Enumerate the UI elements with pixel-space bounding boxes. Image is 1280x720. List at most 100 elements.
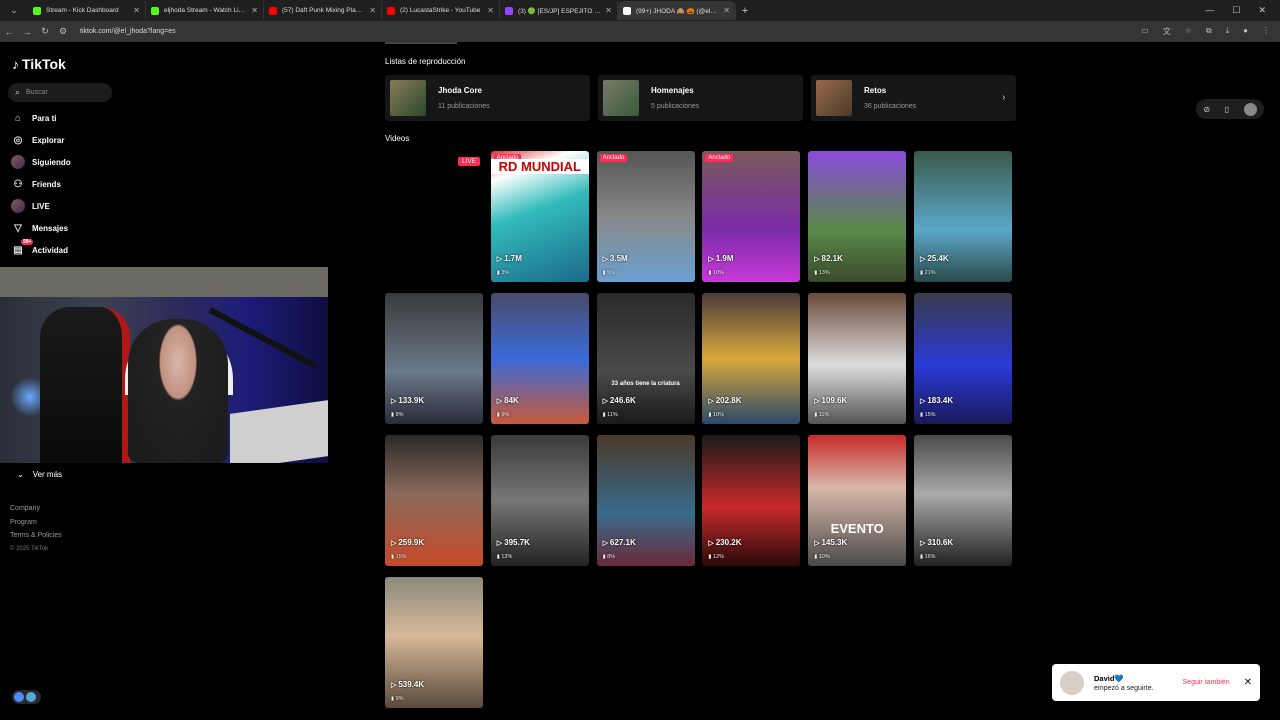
video-card[interactable]: 183.4K ▮ 15% bbox=[914, 293, 1012, 424]
search-input[interactable]: ⌕ Buscar bbox=[8, 83, 112, 102]
video-percentage: ▮ 10% bbox=[708, 270, 724, 276]
video-percentage: ▮ 15% bbox=[920, 412, 936, 418]
chevron-down-icon: ⌄ bbox=[17, 470, 24, 479]
playlists-next-icon[interactable]: › bbox=[1002, 92, 1005, 103]
browser-tab[interactable]: eljhoda Stream - Watch Live on ✕ bbox=[146, 1, 264, 20]
notification-message: empezó a seguirte. bbox=[1094, 684, 1154, 692]
video-percentage: ▮ 11% bbox=[814, 412, 830, 418]
sidebar-item-explorar[interactable]: ◎ Explorar bbox=[11, 133, 65, 147]
video-card[interactable]: Anclado 3.5M ▮ 5% bbox=[596, 151, 695, 282]
sidebar-item-mensajes[interactable]: ▽ Mensajes bbox=[11, 221, 68, 235]
tiktok-logo[interactable]: ♪ TikTok bbox=[12, 56, 66, 72]
device-icon[interactable]: ▯ bbox=[1225, 105, 1229, 114]
video-card[interactable]: 259.9K ▮ 15% bbox=[385, 435, 483, 566]
tab-close-icon[interactable]: ✕ bbox=[369, 6, 376, 15]
translate-icon[interactable]: 文 bbox=[1163, 26, 1171, 37]
tab-close-icon[interactable]: ✕ bbox=[487, 6, 494, 15]
tab-favicon-icon bbox=[505, 6, 513, 15]
sidebar-item-label: LIVE bbox=[32, 201, 50, 211]
ver-mas-button[interactable]: ⌄ Ver más bbox=[17, 470, 62, 479]
video-views: 109.6K bbox=[814, 396, 848, 405]
video-views: 202.8K bbox=[708, 396, 742, 405]
playlist-card[interactable]: Jhoda Core 11 publicaciones bbox=[385, 75, 590, 121]
video-card[interactable]: Anclado 1.9M ▮ 10% bbox=[702, 151, 801, 282]
menu-icon[interactable]: ⋮ bbox=[1262, 26, 1270, 37]
video-card[interactable]: 539.4K ▮ 9% bbox=[385, 577, 483, 708]
playlist-card[interactable]: Homenajes 5 publicaciones bbox=[598, 75, 803, 121]
sidebar-item-para-ti[interactable]: ⌂ Para ti bbox=[11, 111, 57, 125]
video-percentage: ▮ 3% bbox=[496, 270, 510, 276]
tab-close-icon[interactable]: ✕ bbox=[605, 6, 612, 15]
tab-title: (99+) JHODA 🙈 🎃 (@el_jhoda bbox=[636, 7, 719, 15]
video-card[interactable]: AncladoRD MUNDIAL1.7M▮ 3% bbox=[490, 151, 589, 282]
sidebar-item-friends[interactable]: ⚇ Friends bbox=[11, 177, 61, 191]
live-badge[interactable]: LIVE bbox=[458, 157, 481, 166]
following-icon bbox=[11, 155, 25, 169]
playlist-count: 36 publicaciones bbox=[864, 103, 917, 110]
user-avatar[interactable] bbox=[1243, 102, 1257, 116]
video-card[interactable]: EVENTO 145.3K ▮ 10% bbox=[808, 435, 907, 566]
sidebar-item-live[interactable]: LIVE bbox=[11, 199, 50, 213]
video-views: 145.3K bbox=[814, 538, 848, 547]
sidebar-item-siguiendo[interactable]: Siguiendo bbox=[11, 155, 71, 169]
video-percentage: ▮ 8% bbox=[602, 554, 616, 560]
video-card[interactable]: 395.7K ▮ 13% bbox=[490, 435, 589, 566]
video-card[interactable]: 82.1K ▮ 13% bbox=[808, 151, 907, 282]
video-card[interactable]: 33 años tiene la criatura 246.6K ▮ 11% bbox=[596, 293, 695, 424]
video-percentage: ▮ 12% bbox=[708, 554, 724, 560]
reload-icon[interactable]: ↻ bbox=[36, 26, 54, 37]
browser-tab[interactable]: Stream - Kick Dashboard ✕ bbox=[28, 1, 146, 20]
video-views: 539.4K bbox=[391, 680, 424, 689]
new-tab-button[interactable]: + bbox=[736, 5, 754, 17]
browser-tab[interactable]: (99+) JHODA 🙈 🎃 (@el_jhoda ✕ bbox=[618, 1, 736, 20]
video-views: 133.9K bbox=[391, 396, 424, 405]
live-icon bbox=[11, 199, 25, 213]
activity-icon: ▤ 99+ bbox=[13, 239, 34, 256]
sidebar-item-actividad[interactable]: ▤ 99+ Actividad bbox=[11, 239, 68, 257]
maximize-icon[interactable]: ☐ bbox=[1232, 5, 1240, 16]
footer-link-company[interactable]: Company bbox=[10, 502, 62, 516]
minimize-icon[interactable]: — bbox=[1205, 5, 1214, 16]
footer-link-terms[interactable]: Terms & Policies bbox=[10, 529, 62, 543]
bookmark-star-icon[interactable]: ☆ bbox=[1185, 26, 1192, 37]
search-icon: ⌕ bbox=[15, 87, 21, 97]
video-card[interactable]: 230.2K ▮ 12% bbox=[702, 435, 801, 566]
url-field[interactable]: tiktok.com/@el_jhoda?lang=es bbox=[80, 28, 176, 35]
video-card[interactable]: 25.4K ▮ 21% bbox=[914, 151, 1012, 282]
video-percentage: ▮ 5% bbox=[602, 270, 616, 276]
playlist-card[interactable]: Retos 36 publicaciones bbox=[811, 75, 1016, 121]
browser-tab[interactable]: (2) LucastaStrike - YouTube ✕ bbox=[382, 1, 500, 20]
back-icon[interactable]: ← bbox=[0, 27, 18, 37]
follow-back-button[interactable]: Seguir también bbox=[1183, 679, 1230, 686]
pc-icon bbox=[26, 692, 36, 702]
app-icon bbox=[14, 692, 24, 702]
video-card[interactable]: 109.6K ▮ 11% bbox=[808, 293, 907, 424]
extensions-icon[interactable]: ⧉ bbox=[1206, 26, 1212, 37]
compass-icon[interactable]: ⊘ bbox=[1203, 105, 1210, 114]
video-card[interactable]: 133.9K ▮ 8% bbox=[385, 293, 483, 424]
footer-link-program[interactable]: Program bbox=[10, 516, 62, 530]
tiktok-page: ♪ TikTok ⌕ Buscar ⌂ Para ti ◎ Explorar Sigui… bbox=[0, 42, 1280, 720]
tab-close-icon[interactable]: ✕ bbox=[723, 6, 730, 15]
browser-tab[interactable]: (3) 🟢 [ES/JP] ESPEJITO ESPEJ ✕ bbox=[500, 1, 618, 20]
tab-close-icon[interactable]: ✕ bbox=[133, 6, 140, 15]
site-info-icon[interactable]: ⚙ bbox=[54, 26, 72, 37]
close-icon[interactable]: ✕ bbox=[1244, 677, 1252, 688]
get-app-button[interactable] bbox=[12, 690, 41, 704]
close-window-icon[interactable]: ✕ bbox=[1258, 5, 1266, 16]
tab-close-icon[interactable]: ✕ bbox=[251, 6, 258, 15]
video-card[interactable]: 202.8K ▮ 10% bbox=[702, 293, 801, 424]
cast-icon[interactable]: ▭ bbox=[1141, 26, 1149, 37]
browser-tab[interactable]: (57) Daft Punk Mixing Playlist ✕ bbox=[264, 1, 382, 20]
video-card[interactable]: 84K ▮ 9% bbox=[490, 293, 589, 424]
downloads-icon[interactable]: ⤓ bbox=[1226, 26, 1230, 37]
video-card[interactable]: 627.1K ▮ 8% bbox=[596, 435, 695, 566]
sidebar-item-label: Para ti bbox=[32, 113, 57, 123]
forward-icon[interactable]: → bbox=[18, 27, 36, 37]
profile-icon[interactable]: ● bbox=[1243, 26, 1248, 37]
pinned-badge: Anclado bbox=[599, 154, 628, 162]
tab-favicon-icon bbox=[623, 6, 631, 15]
sidebar-item-label: Mensajes bbox=[32, 223, 69, 233]
tab-list-icon[interactable]: ⌄ bbox=[0, 0, 28, 21]
video-card[interactable]: 310.6K ▮ 16% bbox=[914, 435, 1012, 566]
